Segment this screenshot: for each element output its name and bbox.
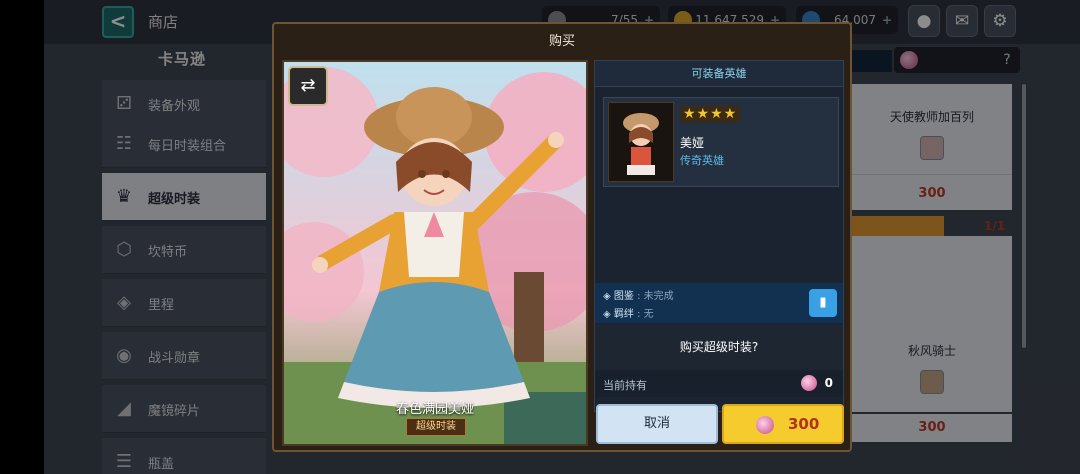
owned-value: 0 [824, 376, 833, 390]
collection-row: ◈ 图鉴 : 未完成 [603, 287, 674, 302]
bond-key: 羁绊 [613, 309, 634, 320]
hero-card[interactable]: ★★★★ 美娅 传奇英雄 [603, 97, 839, 187]
app-screen: < 商店 7/55 + 11,647,529 + 64,007 + ● ✉ ⚙ … [44, 0, 1080, 474]
buy-button[interactable]: 300 [722, 404, 844, 444]
diamond-bullet-icon: ◈ [603, 309, 611, 320]
bond-value: 无 [643, 309, 654, 320]
rainbow-gem-icon [801, 375, 817, 391]
costume-illustration [284, 62, 586, 444]
cancel-button[interactable]: 取消 [596, 404, 718, 444]
collection-info: ◈ 图鉴 : 未完成 ◈ 羁绊 : 无 ▮ [595, 283, 843, 323]
owned-label: 当前持有 [603, 379, 647, 392]
collection-book-icon[interactable]: ▮ [809, 289, 837, 317]
diamond-bullet-icon: ◈ [603, 291, 611, 302]
bond-row: ◈ 羁绊 : 无 [603, 305, 654, 320]
buy-price: 300 [788, 415, 820, 433]
purchase-dialog: 购买 ⇄ 春色满园美娅 超级时装 可装备英雄 ★★★★ 美娅 传奇英雄 ◈ 图鉴… [272, 22, 852, 452]
equip-info-panel: 可装备英雄 ★★★★ 美娅 传奇英雄 ◈ 图鉴: 未完成 ◈ 羁绊: 无 ▮… [594, 60, 844, 412]
costume-type-badge: 超级时装 [406, 418, 466, 436]
collection-key: 图鉴 [613, 291, 634, 302]
hero-rank: 传奇英雄 [680, 154, 724, 167]
hero-sprite [623, 113, 659, 175]
purchase-confirm-text: 购买超级时装? [595, 325, 843, 369]
owned-currency-row: 当前持有 0 [595, 371, 843, 397]
costume-name: 春色满园美娅 [395, 402, 474, 417]
collection-value: 未完成 [643, 291, 674, 302]
dialog-title: 购买 [548, 34, 575, 49]
panel-header: 可装备英雄 [595, 61, 843, 87]
costume-artwork: ⇄ 春色满园美娅 超级时装 [282, 60, 588, 446]
swap-view-button[interactable]: ⇄ [288, 66, 328, 106]
rainbow-gem-icon [756, 416, 774, 434]
hero-name: 美娅 [680, 136, 705, 150]
hero-portrait [608, 102, 674, 182]
hero-star-rating: ★★★★ [680, 106, 741, 122]
